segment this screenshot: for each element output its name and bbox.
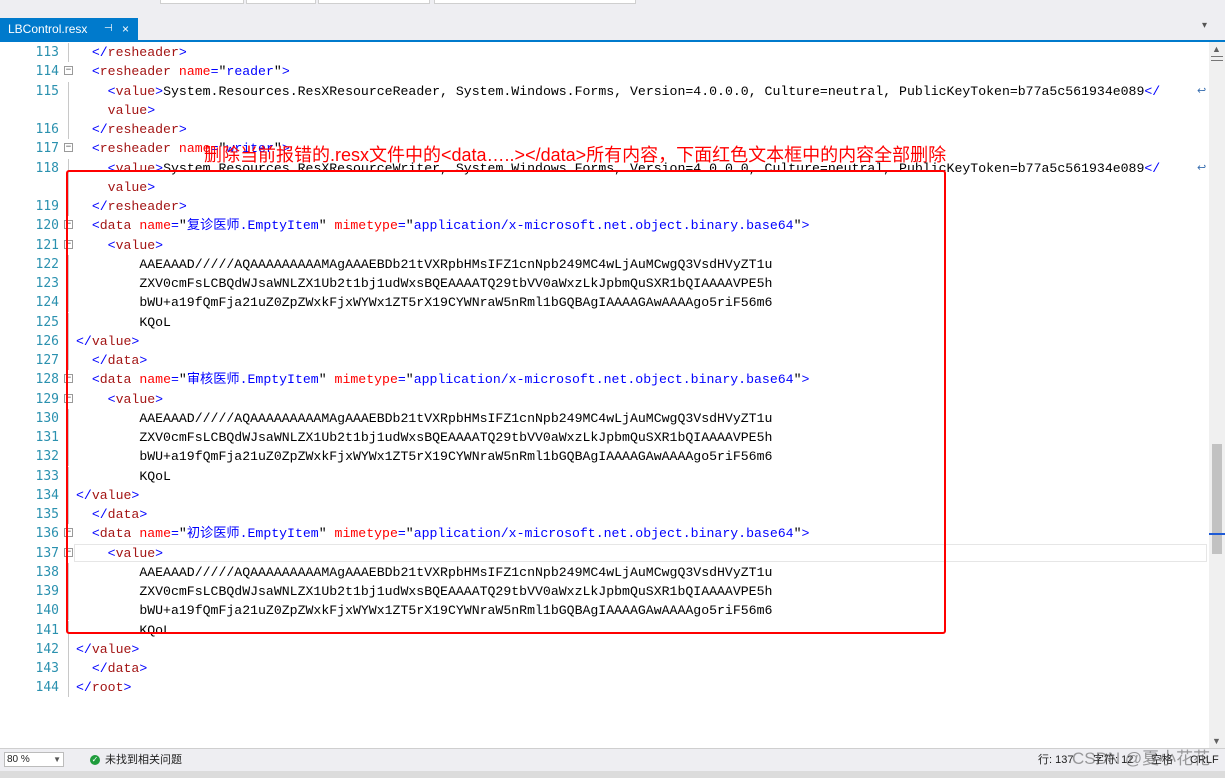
zoom-value: 80 %	[7, 754, 30, 765]
scroll-up-icon[interactable]: ▲	[1212, 44, 1221, 54]
line-number: 130	[35, 410, 59, 426]
code-text: </resheader>	[91, 45, 187, 60]
zoom-select[interactable]: 80 % ▼	[4, 752, 64, 767]
outline-guide	[68, 120, 69, 139]
line-number: 135	[35, 507, 59, 522]
bottom-strip	[0, 771, 1225, 778]
collapse-icon[interactable]: −	[64, 66, 73, 76]
document-tab-bar: LBControl.resx ⊣ × ▾	[0, 18, 1225, 40]
code-text: value>	[107, 102, 156, 118]
check-icon: ✓	[90, 755, 100, 766]
outline-guide	[68, 100, 69, 120]
outline-guide	[68, 639, 69, 659]
line-number: 139	[35, 584, 59, 599]
line-number: 116	[35, 122, 59, 137]
line-number: 121	[35, 237, 59, 253]
issues-status[interactable]: ✓ 未找到相关问题	[90, 749, 182, 771]
line-number: 127	[35, 353, 59, 368]
line-number: 113	[35, 45, 59, 60]
collapse-icon[interactable]: −	[64, 143, 73, 153]
code-text: </data>	[91, 661, 148, 676]
line-number: 118	[35, 160, 59, 176]
code-text: </value>	[76, 641, 140, 657]
code-text: </resheader>	[91, 122, 187, 137]
status-bar: 80 % ▼ ✓ 未找到相关问题 行: 137 字符: 12 空格 CRLF	[0, 748, 1225, 771]
scroll-down-icon[interactable]: ▼	[1212, 736, 1221, 746]
line-number: 125	[35, 314, 59, 330]
line-number: 115	[35, 83, 59, 99]
line-number: 142	[35, 641, 59, 657]
pin-icon[interactable]: ⊣	[104, 18, 113, 40]
line-indicator[interactable]: 行: 137	[1038, 749, 1073, 771]
line-number: 136	[35, 526, 59, 542]
line-number: 114	[35, 64, 59, 80]
line-number: 137	[35, 545, 59, 561]
word-wrap-icon: ↩	[1197, 84, 1207, 97]
scrollbar-thumb[interactable]	[1212, 444, 1222, 554]
toolbar-segment	[160, 0, 244, 4]
outline-guide	[68, 81, 69, 101]
annotation-text: 删除当前报错的.resx文件中的<data…..></data>所有内容，下面红…	[204, 145, 947, 165]
toolbar-segment	[246, 0, 316, 4]
code-text: <value>System.Resources.ResXResourceRead…	[107, 83, 1161, 99]
toolbar-segment	[434, 0, 636, 4]
title-strip	[0, 0, 1225, 19]
toolbar-segment	[318, 0, 430, 4]
line-number: 126	[35, 333, 59, 349]
line-number: 131	[35, 430, 59, 445]
code-line[interactable]: 143 </data>	[0, 659, 1209, 678]
line-number: 144	[35, 680, 59, 696]
code-line[interactable]: value>	[0, 100, 1209, 120]
tab-lbcontrol-resx[interactable]: LBControl.resx ⊣ ×	[0, 18, 138, 40]
vertical-scrollbar[interactable]: ▲ ▼	[1209, 42, 1225, 748]
line-number: 124	[35, 295, 59, 311]
line-number: 123	[35, 276, 59, 291]
code-line[interactable]: 113 </resheader>	[0, 43, 1209, 62]
line-number: 138	[35, 564, 59, 580]
close-icon[interactable]: ×	[122, 18, 129, 40]
line-number: 120	[35, 218, 59, 234]
code-line[interactable]: 116 </resheader>	[0, 120, 1209, 139]
outline-guide	[68, 659, 69, 678]
line-number: 132	[35, 449, 59, 465]
code-line[interactable]: 114− <resheader name="reader">	[0, 62, 1209, 81]
line-number: 133	[35, 468, 59, 484]
word-wrap-icon: ↩	[1197, 161, 1207, 174]
tab-title: LBControl.resx	[8, 22, 88, 36]
line-number: 117	[35, 141, 59, 157]
line-number: 119	[35, 199, 59, 214]
watermark: CSDN @夏小花花	[1072, 749, 1211, 768]
line-number: 122	[35, 256, 59, 272]
splitter-icon[interactable]	[1211, 56, 1223, 61]
issues-text: 未找到相关问题	[105, 754, 182, 766]
line-number: 128	[35, 372, 59, 388]
chevron-down-icon: ▼	[53, 755, 61, 764]
line-number: 134	[35, 487, 59, 503]
line-number: 143	[35, 661, 59, 676]
code-text: </root>	[76, 680, 132, 696]
caret-position-marker	[1209, 533, 1225, 535]
code-line[interactable]: 144 </root>	[0, 678, 1209, 698]
line-number: 141	[35, 622, 59, 638]
line-number: 140	[35, 603, 59, 619]
outline-guide	[68, 678, 69, 698]
outline-guide	[68, 43, 69, 62]
highlight-box	[66, 170, 946, 634]
code-text: <resheader name="reader">	[91, 64, 290, 80]
line-number: 129	[35, 391, 59, 407]
code-line[interactable]: 115 <value>System.Resources.ResXResource…	[0, 81, 1209, 101]
code-line[interactable]: 142 </value>	[0, 639, 1209, 659]
chevron-down-icon[interactable]: ▾	[1202, 20, 1207, 31]
